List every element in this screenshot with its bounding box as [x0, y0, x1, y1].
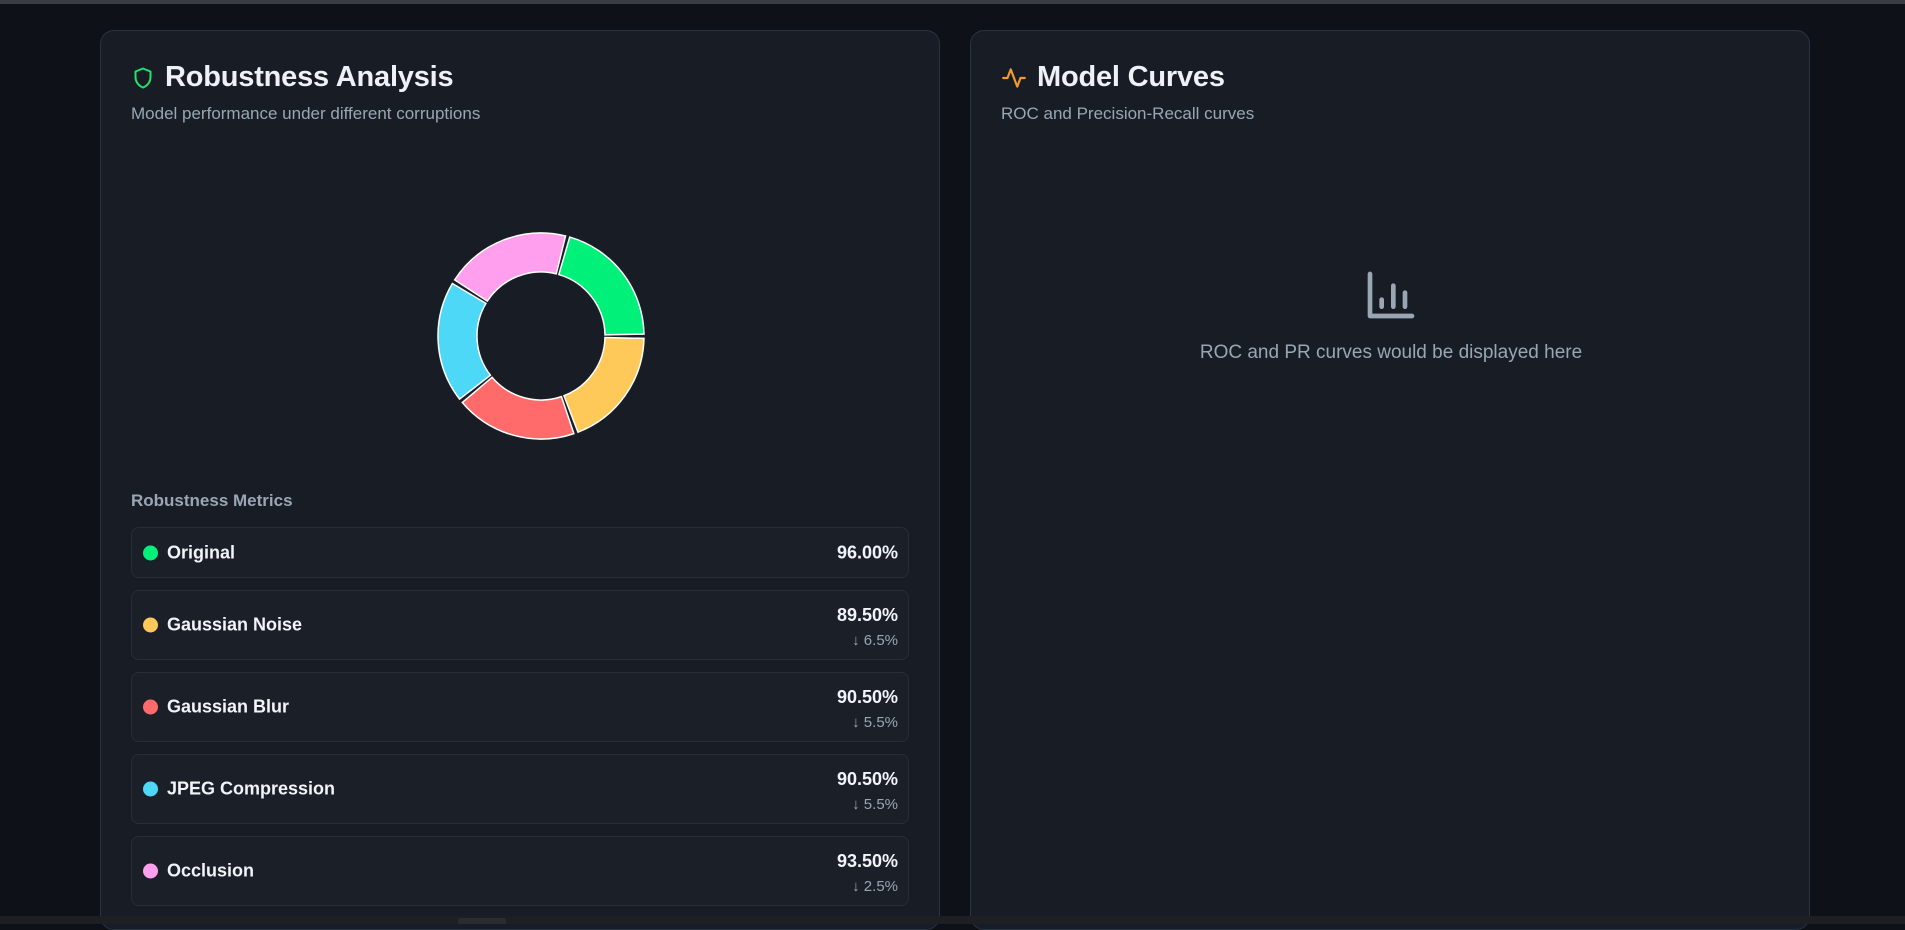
- metric-drop: ↓ 6.5%: [852, 632, 898, 649]
- curves-header: Model Curves: [1001, 61, 1225, 94]
- donut-slice-gaussian-noise[interactable]: [562, 336, 645, 434]
- robustness-title: Robustness Analysis: [165, 61, 454, 93]
- curves-subtitle: ROC and Precision-Recall curves: [1001, 104, 1255, 123]
- curves-placeholder-text: ROC and PR curves would be displayed her…: [1199, 342, 1583, 363]
- metric-value: 90.50%: [836, 769, 898, 789]
- metric-name: Gaussian Blur: [167, 696, 290, 717]
- robustness-analysis-card: Robustness Analysis Model performance un…: [100, 30, 940, 930]
- metric-value: 96.00%: [836, 542, 898, 562]
- shield-icon: [131, 65, 155, 91]
- robustness-header: Robustness Analysis: [131, 61, 454, 94]
- curves-placeholder: ROC and PR curves would be displayed her…: [971, 267, 1811, 364]
- donut-slice-original[interactable]: [557, 236, 645, 336]
- metric-name: Occlusion: [167, 860, 255, 881]
- metric-row: Gaussian Noise 89.50% ↓ 6.5%: [131, 590, 909, 660]
- metric-row: Original 96.00%: [131, 527, 909, 578]
- activity-icon: [1001, 65, 1027, 91]
- metric-value: 90.50%: [836, 687, 898, 707]
- metric-color-dot: [143, 617, 158, 633]
- model-curves-card: Model Curves ROC and Precision-Recall cu…: [970, 30, 1810, 930]
- donut-slice-occlusion[interactable]: [453, 232, 567, 303]
- metric-row: Occlusion 93.50% ↓ 2.5%: [131, 836, 909, 906]
- metric-row: JPEG Compression 90.50% ↓ 5.5%: [131, 754, 909, 824]
- metric-value: 89.50%: [836, 605, 898, 625]
- bar-chart-icon: [1363, 267, 1419, 323]
- metrics-section-title: Robustness Metrics: [131, 491, 293, 510]
- metric-name: Original: [167, 542, 236, 562]
- metric-row: Gaussian Blur 90.50% ↓ 5.5%: [131, 672, 909, 742]
- metric-color-dot: [143, 863, 158, 879]
- robustness-metrics-list: Original 96.00% Gaussian Noise 89.50% ↓ 6.5%…: [131, 527, 909, 918]
- metric-value: 93.50%: [836, 851, 898, 871]
- window-top-border: [0, 0, 1905, 4]
- metric-name: JPEG Compression: [167, 778, 336, 799]
- donut-slice-gaussian-blur[interactable]: [461, 376, 575, 440]
- metric-drop: ↓ 5.5%: [852, 796, 898, 813]
- curves-title: Model Curves: [1037, 61, 1225, 93]
- metric-name: Gaussian Noise: [167, 614, 303, 635]
- donut-slice-jpeg-compression[interactable]: [437, 282, 492, 401]
- window-bottom-bar: [0, 916, 1905, 924]
- metric-drop: ↓ 2.5%: [852, 878, 898, 895]
- metric-color-dot: [143, 781, 158, 797]
- metric-color-dot: [143, 699, 158, 715]
- robustness-subtitle: Model performance under different corrup…: [131, 104, 481, 123]
- metric-drop: ↓ 5.5%: [852, 714, 898, 731]
- robustness-donut-chart: [411, 206, 671, 466]
- bottom-bar-tab: [458, 918, 506, 924]
- metric-color-dot: [143, 545, 158, 560]
